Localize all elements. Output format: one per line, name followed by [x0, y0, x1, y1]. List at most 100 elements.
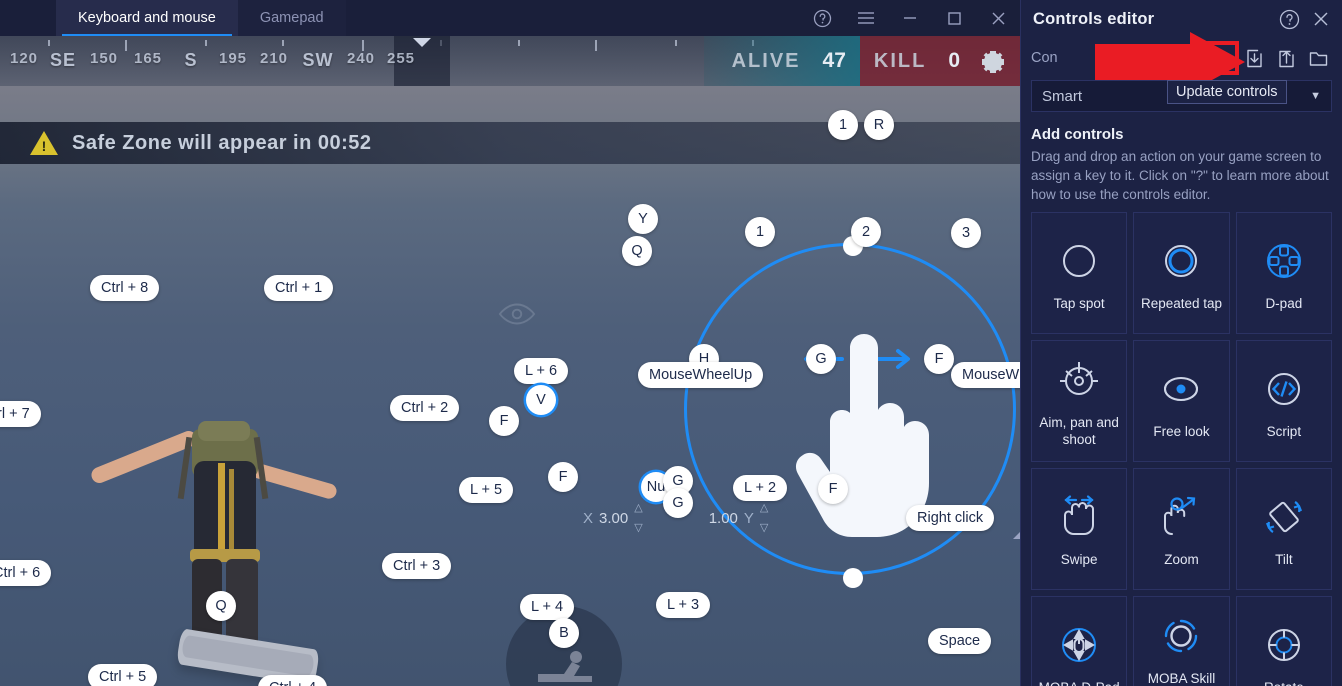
key-binding-bubble[interactable]: 3: [948, 215, 983, 251]
panel-resize-handle[interactable]: [1012, 528, 1020, 540]
compass-label: 210: [259, 50, 289, 67]
key-binding-bubble[interactable]: Ctrl + 5: [88, 658, 158, 686]
player-character: [89, 421, 345, 686]
key-binding-bubble[interactable]: F: [486, 403, 521, 439]
game-hud: ALIVE 47 KILL 0: [703, 36, 1020, 86]
open-folder-icon[interactable]: [1304, 44, 1332, 72]
gear-icon[interactable]: [974, 36, 1020, 86]
key-binding-bubble[interactable]: F: [545, 459, 580, 495]
key-binding-bubble[interactable]: 1: [742, 214, 777, 250]
tap-spot-icon: [1057, 235, 1101, 287]
key-binding-bubble[interactable]: F: [921, 341, 956, 377]
input-mode-tabs: Keyboard and mouse Gamepad: [56, 0, 346, 36]
key-binding-label: Ctrl + 6: [0, 565, 41, 581]
y-decrease-icon[interactable]: ▽: [760, 523, 768, 534]
key-binding-bubble[interactable]: MouseWheelDown: [951, 356, 1020, 394]
key-binding-bubble[interactable]: Ctrl + 3: [382, 547, 452, 585]
export-controls-icon[interactable]: [1272, 44, 1300, 72]
add-controls-description: Drag and drop an action on your game scr…: [1031, 149, 1329, 202]
x-decrease-icon[interactable]: ▽: [634, 523, 642, 534]
question-mark-icon[interactable]: [1276, 6, 1302, 32]
add-control-label: Script: [1266, 423, 1302, 439]
add-control-label: D-pad: [1265, 295, 1303, 311]
help-icon[interactable]: [800, 0, 844, 36]
warning-icon: [30, 131, 58, 155]
add-control-d-pad[interactable]: D-pad: [1235, 212, 1332, 334]
key-binding-label: R: [873, 117, 885, 133]
key-binding-bubble[interactable]: V: [523, 382, 558, 418]
key-binding-bubble[interactable]: L + 3: [656, 586, 711, 624]
key-binding-label: G: [672, 473, 684, 489]
add-control-label: Aim, pan and shoot: [1039, 415, 1119, 447]
key-binding-bubble[interactable]: Right click: [906, 499, 995, 537]
key-binding-label: Ctrl + 8: [101, 280, 149, 296]
key-binding-bubble[interactable]: 2: [848, 214, 883, 250]
key-binding-label: V: [536, 392, 546, 408]
aim-resize-handle-bottom[interactable]: [843, 568, 863, 588]
key-binding-bubble[interactable]: Y: [625, 201, 660, 237]
key-binding-bubble[interactable]: R: [861, 107, 896, 143]
key-binding-label: rl + 7: [0, 406, 30, 422]
minimize-button[interactable]: [888, 0, 932, 36]
alive-count: 47: [822, 49, 846, 72]
key-binding-label: L + 3: [667, 597, 700, 613]
key-binding-bubble[interactable]: Ctrl + 2: [390, 389, 460, 427]
compass-label: 240: [346, 50, 376, 67]
chevron-down-icon[interactable]: ▼: [1310, 90, 1321, 102]
key-binding-bubble[interactable]: Space: [928, 622, 992, 660]
tab-keyboard-and-mouse[interactable]: Keyboard and mouse: [56, 0, 238, 36]
x-increase-icon[interactable]: △: [634, 503, 642, 514]
key-binding-bubble[interactable]: G: [660, 485, 695, 521]
key-binding-bubble[interactable]: Q: [203, 588, 238, 624]
key-binding-label: Ctrl + 2: [401, 400, 449, 416]
key-binding-label: Q: [215, 598, 227, 614]
key-binding-bubble[interactable]: Ctrl + 1: [264, 269, 334, 307]
key-binding-bubble[interactable]: 1: [825, 107, 860, 143]
panel-title: Controls editor: [1033, 9, 1155, 28]
kill-label: KILL: [873, 49, 927, 72]
zoom-icon: [1158, 491, 1204, 543]
add-control-tilt[interactable]: Tilt: [1235, 468, 1332, 590]
add-control-free-look[interactable]: Free look: [1133, 340, 1230, 462]
compass-label: SE: [49, 50, 77, 70]
add-control-rotate[interactable]: Rotate: [1235, 596, 1332, 686]
key-binding-bubble[interactable]: L + 4: [520, 588, 575, 626]
key-binding-label: MouseWheelDown: [962, 367, 1020, 383]
key-binding-bubble[interactable]: L + 5: [459, 471, 514, 509]
close-icon[interactable]: [1308, 6, 1334, 32]
add-control-swipe[interactable]: Swipe: [1031, 468, 1128, 590]
key-binding-label: Space: [939, 633, 981, 649]
key-binding-bubble[interactable]: MouseWheelUp: [638, 356, 764, 394]
key-binding-bubble[interactable]: Q: [619, 233, 654, 269]
key-binding-bubble[interactable]: rl + 7: [0, 395, 41, 433]
menu-icon[interactable]: [844, 0, 888, 36]
add-control-moba-d-pad[interactable]: MOBA D-Pad: [1031, 596, 1128, 686]
add-control-script[interactable]: Script: [1235, 340, 1332, 462]
key-binding-bubble[interactable]: L + 6: [514, 352, 569, 390]
key-binding-label: L + 6: [525, 363, 558, 379]
key-binding-bubble[interactable]: L + 2: [733, 469, 788, 507]
key-binding-bubble[interactable]: F: [815, 471, 850, 507]
y-sensitivity-stepper[interactable]: △ ▽: [760, 503, 768, 534]
y-increase-icon[interactable]: △: [760, 503, 768, 514]
add-control-tap-spot[interactable]: Tap spot: [1031, 212, 1128, 334]
maximize-button[interactable]: [932, 0, 976, 36]
x-sensitivity-stepper[interactable]: △ ▽: [634, 503, 642, 534]
add-control-repeated-tap[interactable]: Repeated tap: [1133, 212, 1230, 334]
key-binding-label: L + 2: [744, 480, 777, 496]
add-control-moba-skill-pad[interactable]: MOBA Skill pad: [1133, 596, 1230, 686]
key-binding-bubble[interactable]: G: [803, 341, 838, 377]
script-icon: [1261, 363, 1307, 415]
tab-gamepad[interactable]: Gamepad: [237, 0, 346, 36]
compass-label: S: [184, 50, 198, 70]
key-binding-bubble[interactable]: Ctrl + 6: [0, 554, 52, 592]
key-binding-label: G: [815, 351, 827, 367]
key-binding-bubble[interactable]: Ctrl + 8: [90, 269, 160, 307]
add-control-aim-pan-and-shoot[interactable]: Aim, pan and shoot: [1031, 340, 1128, 462]
add-control-zoom[interactable]: Zoom: [1133, 468, 1230, 590]
key-binding-label: Ctrl + 5: [99, 669, 147, 685]
key-binding-bubble[interactable]: B: [546, 615, 581, 651]
close-button[interactable]: [976, 0, 1020, 36]
key-binding-bubble[interactable]: Ctrl + 4: [258, 669, 328, 686]
game-viewport[interactable]: 120 SE 150 165 S 195 210 SW 240 255 ALIV…: [0, 36, 1020, 686]
